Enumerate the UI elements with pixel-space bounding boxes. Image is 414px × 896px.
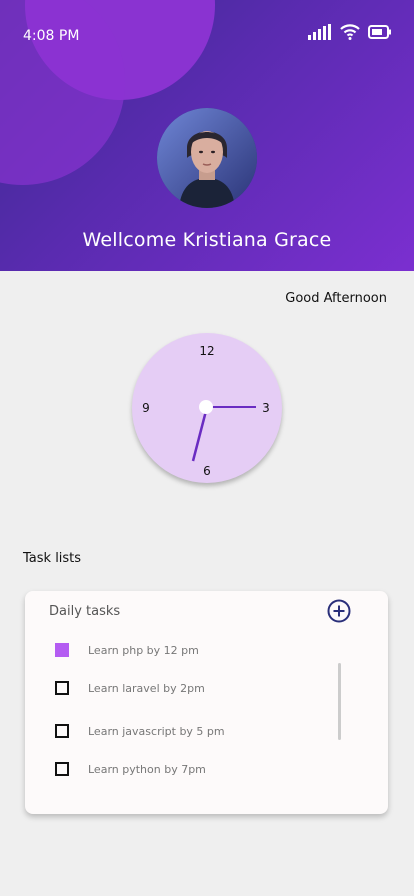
welcome-title: Wellcome Kristiana Grace	[82, 229, 332, 251]
daily-tasks-card: Daily tasks Learn php by 12 pm Learn lar…	[25, 591, 388, 814]
task-lists-title: Task lists	[23, 551, 82, 566]
task-item[interactable]: Learn javascript by 5 pm	[55, 724, 225, 738]
task-label: Learn php by 12 pm	[88, 643, 199, 657]
task-item[interactable]: Learn python by 7pm	[55, 762, 206, 776]
clock-hands	[191, 400, 256, 462]
clock-center-dot	[199, 400, 213, 414]
add-task-button[interactable]	[327, 599, 351, 623]
task-checkbox[interactable]	[55, 762, 69, 776]
signal-icon	[308, 24, 331, 40]
task-list-scrollbar[interactable]	[338, 663, 341, 740]
avatar[interactable]	[157, 108, 257, 208]
task-checkbox-checked[interactable]	[55, 643, 69, 657]
wifi-icon	[340, 24, 360, 40]
task-label: Learn javascript by 5 pm	[88, 724, 225, 738]
analog-clock: 12 3 6 9	[132, 333, 282, 483]
card-title: Daily tasks	[49, 604, 121, 619]
battery-icon	[368, 25, 391, 39]
task-checkbox[interactable]	[55, 724, 69, 738]
task-checkbox[interactable]	[55, 681, 69, 695]
task-label: Learn python by 7pm	[88, 762, 206, 776]
task-label: Learn laravel by 2pm	[88, 681, 205, 695]
clock-hour-hand	[191, 406, 209, 462]
task-item[interactable]: Learn php by 12 pm	[55, 643, 199, 657]
greeting-text: Good Afternoon	[285, 291, 387, 306]
profile-photo	[157, 108, 257, 208]
profile-header: 4:08 PM Wellcome Kristiana Grace	[0, 0, 414, 271]
status-icons	[308, 24, 392, 40]
task-item[interactable]: Learn laravel by 2pm	[55, 681, 205, 695]
status-time: 4:08 PM	[23, 28, 80, 44]
